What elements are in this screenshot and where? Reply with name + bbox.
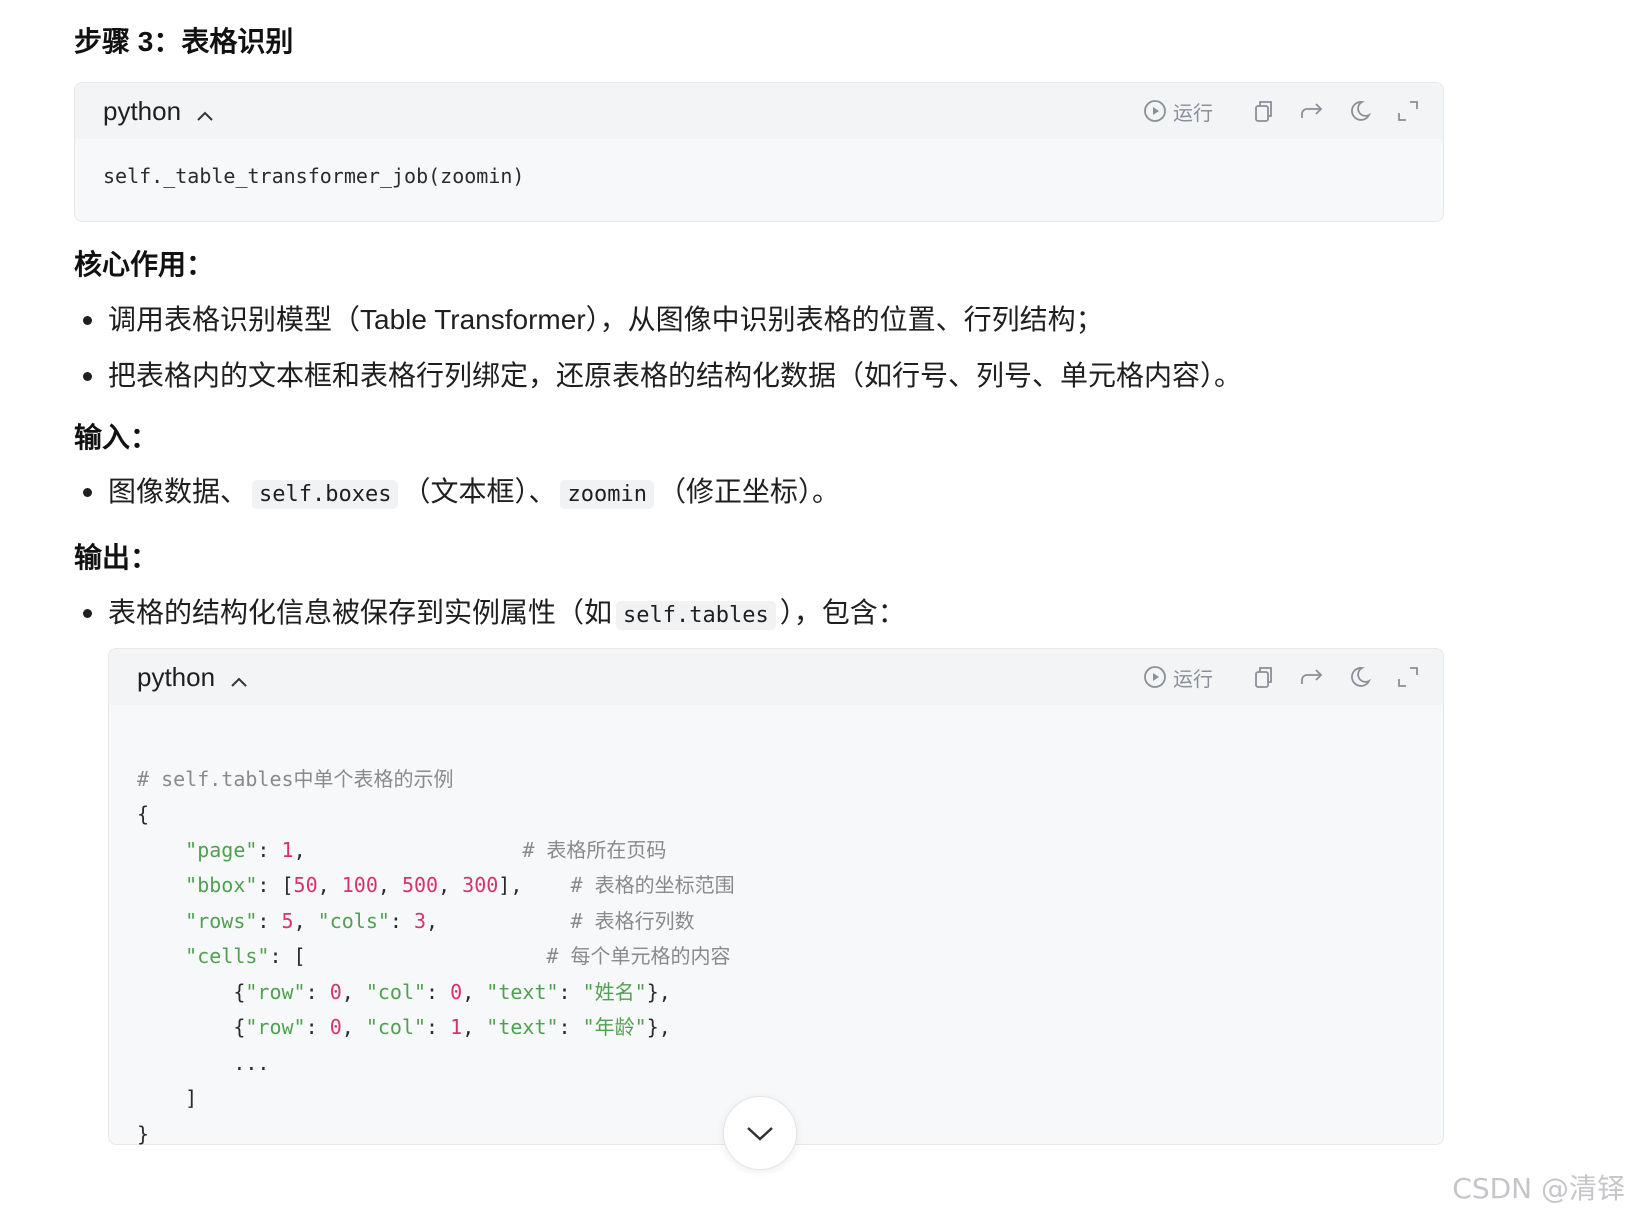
copy-icon	[1255, 667, 1272, 688]
theme-toggle-button[interactable]	[1345, 662, 1375, 692]
copy-button[interactable]	[1249, 96, 1279, 126]
moon-icon	[1351, 101, 1372, 121]
output-text-before: 表格的结构化信息被保存到实例属性（如	[108, 597, 613, 628]
input-text-after: （修正坐标）。	[657, 476, 840, 507]
code-line: ...	[233, 1050, 270, 1075]
play-circle-icon	[1144, 100, 1166, 122]
code-block-header: python 运行	[75, 83, 1443, 139]
code-block-2: python 运行 # self.tables中单个表格的示例 {"page"…	[108, 648, 1444, 1146]
code-line: "bbox": [50, 100, 500, 300], # 表格的坐标范围	[185, 873, 735, 897]
code-line: {"row": 0, "col": 0, "text": "姓名"},	[137, 979, 671, 1004]
forward-arrow-icon	[1301, 103, 1323, 118]
share-button[interactable]	[1297, 96, 1327, 126]
run-button[interactable]: 运行	[1143, 97, 1213, 126]
bullet-dot	[83, 316, 92, 325]
bullet-dot	[83, 488, 92, 497]
bullet-dot	[83, 609, 92, 618]
play-circle-icon	[1144, 666, 1166, 688]
theme-toggle-button[interactable]	[1345, 96, 1375, 126]
inline-code-zoomin: zoomin	[560, 480, 654, 509]
forward-arrow-icon	[1301, 669, 1323, 684]
language-selector[interactable]: python	[103, 95, 214, 129]
code-comment: # self.tables中单个表格的示例	[137, 766, 454, 791]
expand-icon	[1398, 101, 1418, 121]
output-bullet: 表格的结构化信息被保存到实例属性（如 self.tables ），包含：	[108, 593, 906, 636]
bullet-dot	[83, 372, 92, 381]
code-line: ]	[137, 1086, 198, 1110]
code-toolbar: 运行	[1143, 661, 1423, 693]
code-body: # self.tables中单个表格的示例 { "page": 1, # 表格所…	[137, 726, 735, 1152]
language-label: python	[137, 662, 216, 692]
language-selector[interactable]: python	[137, 661, 248, 695]
code-toolbar: 运行	[1143, 95, 1423, 127]
copy-icon	[1255, 101, 1272, 122]
inline-code-boxes: self.boxes	[252, 480, 399, 509]
code-line: "rows": 5, "cols": 3, # 表格行列数	[185, 908, 695, 933]
expand-icon	[1398, 667, 1418, 687]
moon-icon	[1351, 667, 1372, 687]
code-line: {	[137, 802, 150, 826]
code-line: {"row": 0, "col": 1, "text": "年龄"},	[137, 1015, 671, 1039]
scroll-down-button[interactable]	[723, 1096, 797, 1170]
input-text-middle: （文本框）、	[402, 476, 557, 507]
run-label: 运行	[1173, 102, 1213, 125]
code-line: "page": 1, # 表格所在页码	[185, 837, 667, 862]
code-line: }	[137, 1121, 150, 1146]
output-heading: 输出：	[74, 542, 159, 573]
inline-code-tables: self.tables	[616, 601, 776, 630]
copy-button[interactable]	[1249, 662, 1279, 692]
language-label: python	[103, 96, 182, 126]
run-button[interactable]: 运行	[1143, 663, 1213, 692]
code-line: "cells": [ # 每个单元格的内容	[185, 944, 731, 968]
core-bullet-1: 调用表格识别模型（Table Transformer），从图像中识别表格的位置、…	[108, 304, 1104, 335]
share-button[interactable]	[1297, 662, 1327, 692]
chevron-down-icon	[747, 1127, 773, 1141]
chevron-up-icon	[230, 663, 248, 695]
core-bullet-2: 把表格内的文本框和表格行列绑定，还原表格的结构化数据（如行号、列号、单元格内容）…	[108, 360, 1243, 391]
run-label: 运行	[1173, 668, 1213, 691]
core-heading: 核心作用：	[74, 249, 215, 280]
input-heading: 输入：	[74, 422, 159, 453]
code-block-1: python 运行 self._table_transformer_job(zo…	[74, 82, 1444, 222]
chevron-up-icon	[196, 97, 214, 129]
watermark: CSDN @清铎	[1452, 1172, 1625, 1205]
step-title: 步骤 3：表格识别	[74, 26, 294, 57]
input-bullet: 图像数据、 self.boxes （文本框）、 zoomin （修正坐标）。	[108, 472, 840, 515]
code-line: self._table_transformer_job(zoomin)	[103, 164, 525, 188]
expand-button[interactable]	[1393, 96, 1423, 126]
output-text-after: ），包含：	[779, 597, 906, 628]
code-block-header: python 运行	[109, 649, 1443, 705]
expand-button[interactable]	[1393, 662, 1423, 692]
input-text-before: 图像数据、	[108, 476, 249, 507]
